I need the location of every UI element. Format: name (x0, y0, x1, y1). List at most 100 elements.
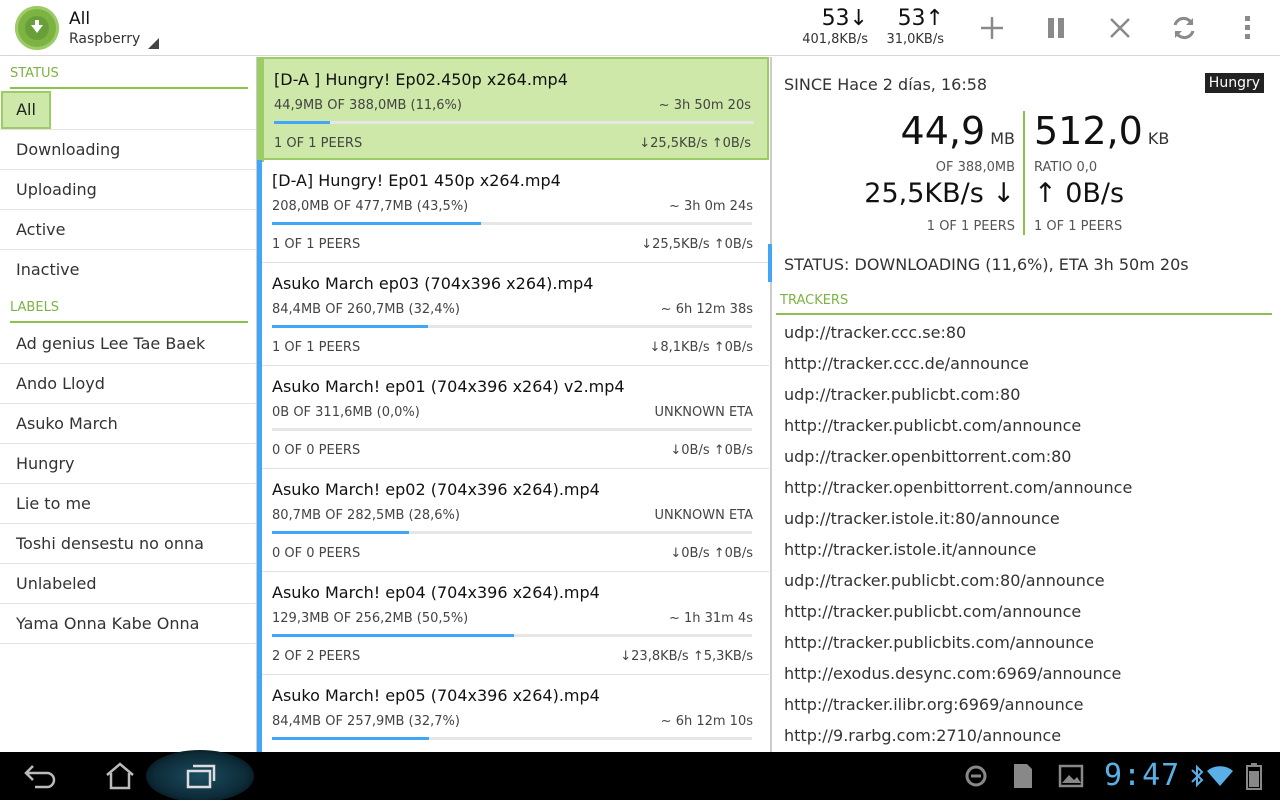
torrent-eta: ~ 6h 12m 10s (660, 714, 753, 729)
torrent-eta: UNKNOWN ETA (654, 508, 753, 523)
refresh-button[interactable] (1162, 8, 1206, 48)
overflow-menu-button[interactable] (1226, 8, 1270, 48)
pause-icon (1048, 18, 1064, 38)
back-button[interactable] (10, 756, 70, 796)
remove-button[interactable] (1098, 8, 1142, 48)
torrent-size: 129,3MB OF 256,2MB (50,5%) (272, 611, 469, 626)
uploaded-value: 512,0 (1034, 109, 1143, 153)
torrent-speeds: ↓0B/s ↑0B/s (670, 443, 753, 458)
torrent-eta: UNKNOWN ETA (654, 405, 753, 420)
torrent-progress-fill (274, 121, 330, 124)
labels-section-header: LABELS (10, 291, 248, 323)
downloaded-value: 44,9 (900, 109, 986, 153)
download-rate: 401,8KB/s (802, 32, 868, 47)
torrent-size: 208,0MB OF 477,7MB (43,5%) (272, 199, 469, 214)
tracker-url[interactable]: udp://tracker.publicbt.com:80/announce (784, 571, 1105, 590)
torrent-progress-fill (272, 325, 428, 328)
torrent-progress-bar (272, 325, 752, 328)
torrent-peers: 0 OF 0 PEERS (272, 546, 361, 561)
tracker-url[interactable]: http://tracker.istole.it/announce (784, 540, 1036, 559)
torrent-size: 84,4MB OF 260,7MB (32,4%) (272, 302, 460, 317)
tracker-url[interactable]: http://9.rarbg.com:2710/announce (784, 726, 1061, 745)
torrent-size: 0B OF 311,6MB (0,0%) (272, 405, 420, 420)
action-bar: All Raspberry 53↓ 401,8KB/s 53↑ 31,0KB/s (0, 0, 1280, 56)
tracker-url[interactable]: http://tracker.publicbt.com/announce (784, 602, 1081, 621)
sidebar-label-item[interactable]: Lie to me (0, 484, 256, 524)
sidebar-label-item[interactable]: Asuko March (0, 404, 256, 444)
torrent-details: SINCE Hace 2 días, 16:58 Hungry 44,9 MB … (772, 57, 1280, 752)
torrent-name: Asuko March! ep02 (704x396 x264).mp4 (272, 480, 600, 499)
battery-icon (1246, 763, 1262, 790)
sidebar-label-item[interactable]: Ad genius Lee Tae Baek (0, 324, 256, 364)
torrent-label-badge[interactable]: Hungry (1204, 73, 1264, 93)
torrent-status-bar (257, 160, 262, 263)
tracker-url[interactable]: http://tracker.publicbt.com/announce (784, 416, 1081, 435)
tracker-url[interactable]: http://tracker.ccc.de/announce (784, 354, 1029, 373)
torrent-list[interactable]: [D-A ] Hungry! Ep02.450p x264.mp4 44,9MB… (257, 57, 769, 752)
sidebar-item-inactive[interactable]: Inactive (0, 250, 256, 290)
tracker-url[interactable]: udp://tracker.openbittorrent.com:80 (784, 447, 1071, 466)
home-button[interactable] (90, 756, 150, 796)
stats-divider (1023, 111, 1025, 235)
torrent-progress-fill (272, 531, 410, 534)
torrent-speeds: ↓23,8KB/s ↑5,3KB/s (620, 649, 753, 664)
torrent-row[interactable]: Asuko March! ep02 (704x396 x264).mp4 80,… (257, 469, 769, 572)
sidebar-item-downloading[interactable]: Downloading (0, 130, 256, 170)
recent-apps-button[interactable] (170, 756, 230, 796)
filter-title[interactable]: All (69, 9, 90, 29)
torrent-peers: 1 OF 1 PEERS (272, 340, 361, 355)
torrent-row[interactable]: Asuko March! ep05 (704x396 x264).mp4 84,… (257, 675, 769, 752)
system-navigation-bar: 9:47 (0, 750, 1280, 800)
tracker-url[interactable]: udp://tracker.istole.it:80/announce (784, 509, 1060, 528)
refresh-icon (1173, 16, 1195, 40)
sidebar-item-uploading[interactable]: Uploading (0, 170, 256, 210)
sidebar-label-item[interactable]: Unlabeled (0, 564, 256, 604)
torrent-progress-fill (272, 737, 429, 740)
tracker-url[interactable]: udp://tracker.ccc.se:80 (784, 323, 966, 342)
gallery-icon (1058, 764, 1084, 788)
tracker-url[interactable]: http://tracker.openbittorrent.com/announ… (784, 478, 1132, 497)
upload-speed-summary: 53↑ 31,0KB/s (874, 6, 944, 48)
clock: 9:47 (1104, 758, 1181, 793)
tracker-url[interactable]: udp://tracker.publicbt.com:80 (784, 385, 1020, 404)
server-dropdown-icon[interactable] (148, 38, 159, 49)
torrent-row[interactable]: Asuko March! ep04 (704x396 x264).mp4 129… (257, 572, 769, 675)
torrent-progress-fill (272, 634, 515, 637)
server-name[interactable]: Raspberry (69, 31, 140, 47)
torrent-row[interactable]: [D-A] Hungry! Ep01 450p x264.mp4 208,0MB… (257, 160, 769, 263)
torrent-row[interactable]: Asuko March! ep01 (704x396 x264) v2.mp4 … (257, 366, 769, 469)
recent-apps-icon (186, 764, 216, 789)
torrent-eta: ~ 1h 31m 4s (668, 611, 753, 626)
app-logo-icon[interactable] (15, 6, 59, 50)
sidebar-label-item[interactable]: Hungry (0, 444, 256, 484)
torrent-name: Asuko March! ep04 (704x396 x264).mp4 (272, 583, 600, 602)
torrent-row[interactable]: Asuko March ep03 (704x396 x264).mp4 84,4… (257, 263, 769, 366)
status-section-header: STATUS (10, 57, 248, 89)
sidebar-label-item[interactable]: Yama Onna Kabe Onna (0, 604, 256, 644)
torrent-status-bar (257, 675, 262, 752)
torrent-name: Asuko March! ep05 (704x396 x264).mp4 (272, 686, 600, 705)
torrent-status-bar (259, 59, 264, 162)
up-peers: 1 OF 1 PEERS (1034, 219, 1123, 234)
back-icon (24, 765, 56, 789)
torrent-progress-bar (272, 634, 752, 637)
torrent-name: Asuko March ep03 (704x396 x264).mp4 (272, 274, 594, 293)
downloaded-unit: MB (990, 129, 1015, 148)
sidebar-label-item[interactable]: Ando Lloyd (0, 364, 256, 404)
torrent-row[interactable]: [D-A ] Hungry! Ep02.450p x264.mp4 44,9MB… (257, 57, 769, 162)
pause-all-button[interactable] (1034, 8, 1078, 48)
torrent-progress-bar (274, 121, 754, 124)
torrent-speeds: ↓25,5KB/s ↑0B/s (639, 136, 751, 151)
sidebar-item-active[interactable]: Active (0, 210, 256, 250)
tracker-url[interactable]: http://tracker.publicbits.com/announce (784, 633, 1094, 652)
sidebar-item-all-label[interactable]: All (1, 91, 51, 129)
downloaded-of: OF 388,0MB (935, 160, 1015, 175)
torrent-eta: ~ 3h 50m 20s (658, 98, 751, 113)
sidebar-label-item[interactable]: Toshi densestu no onna (0, 524, 256, 564)
torrent-progress-bar (272, 222, 752, 225)
tracker-url[interactable]: http://tracker.ilibr.org:6969/announce (784, 695, 1083, 714)
tracker-url[interactable]: http://exodus.desync.com:6969/announce (784, 664, 1121, 683)
torrent-peers: 0 OF 0 PEERS (272, 443, 361, 458)
torrent-progress-bar (272, 531, 752, 534)
add-torrent-button[interactable] (970, 8, 1014, 48)
